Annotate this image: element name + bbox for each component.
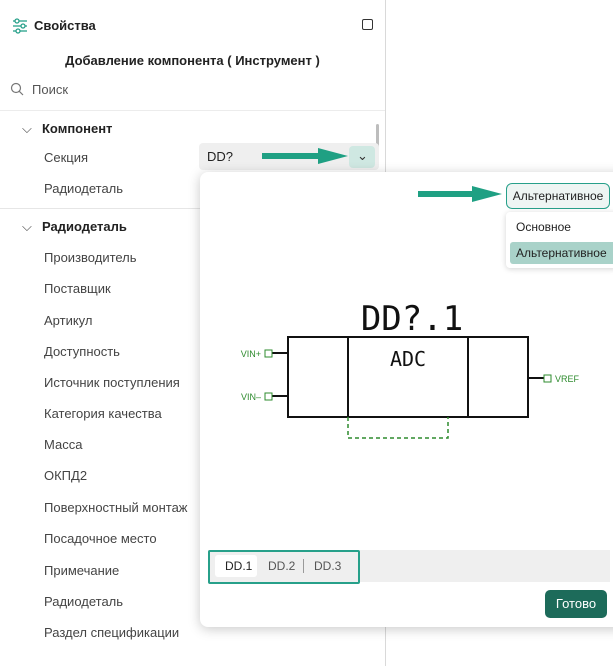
search-input[interactable]: [32, 80, 352, 99]
prop-source: Источник поступления: [44, 375, 180, 390]
prop-okpd2: ОКПД2: [44, 468, 88, 483]
pin-vin-minus[interactable]: [264, 392, 273, 401]
menu-item-main[interactable]: Основное: [510, 216, 613, 238]
component-symbol: DD?.1 ADC VIN+ VIN– VREF: [241, 299, 580, 439]
done-button[interactable]: Готово: [545, 590, 607, 618]
mode-select[interactable]: Альтернативное: [506, 183, 610, 209]
pin-label: VIN+: [241, 349, 261, 359]
symbol-ref: DD?.1: [361, 299, 463, 339]
prop-article: Артикул: [44, 313, 93, 328]
search-box[interactable]: [10, 80, 370, 100]
mode-menu: Основное Альтернативное: [506, 212, 613, 268]
group-component[interactable]: ⌵ Компонент: [22, 121, 112, 137]
prop-surface-mount: Поверхностный монтаж: [44, 500, 188, 515]
group-label: Радиодеталь: [42, 219, 127, 234]
group-label: Компонент: [42, 121, 113, 136]
pin-label: VREF: [555, 374, 580, 384]
arrow-icon: [262, 148, 348, 164]
divider: [0, 110, 385, 111]
pin-label: VIN–: [241, 392, 261, 402]
menu-item-alternative[interactable]: Альтернативное: [510, 242, 613, 264]
prop-supplier: Поставщик: [44, 281, 111, 296]
tab-dd1[interactable]: DD.1: [225, 559, 252, 573]
group-radiopart[interactable]: ⌵ Радиодеталь: [22, 219, 127, 235]
section-value: DD?: [207, 149, 234, 164]
tab-separator: [303, 559, 304, 573]
symbol-label: ADC: [390, 347, 426, 371]
prop-radiopart: Радиодеталь: [44, 181, 124, 196]
panel-header: Свойства: [0, 0, 385, 48]
prop-note: Примечание: [44, 563, 120, 578]
prop-spec-section: Раздел спецификации: [44, 625, 180, 640]
prop-availability: Доступность: [44, 344, 120, 359]
prop-mass: Масса: [44, 437, 83, 452]
prop-quality-category: Категория качества: [44, 406, 162, 421]
tab-dd2[interactable]: DD.2: [268, 559, 295, 573]
prop-radiopart-2: Радиодеталь: [44, 594, 124, 609]
panel-subtitle: Добавление компонента ( Инструмент ): [65, 53, 320, 68]
prop-footprint: Посадочное место: [44, 531, 157, 546]
arrow-icon: [418, 186, 502, 202]
prop-manufacturer: Производитель: [44, 250, 137, 265]
sliders-icon: [13, 18, 27, 34]
section-dropdown-button[interactable]: ⌄: [349, 146, 375, 168]
tab-dd3[interactable]: DD.3: [314, 559, 341, 573]
search-icon: [10, 82, 24, 96]
maximize-icon[interactable]: [362, 19, 373, 30]
chevron-down-icon: ⌵: [22, 219, 32, 234]
pin-vin-plus[interactable]: [264, 349, 273, 358]
prop-section: Секция: [44, 150, 89, 165]
panel-title: Свойства: [34, 18, 96, 33]
chevron-down-icon: ⌵: [22, 121, 32, 136]
chevron-down-icon: ⌄: [357, 148, 368, 163]
pin-vref[interactable]: [543, 374, 552, 383]
